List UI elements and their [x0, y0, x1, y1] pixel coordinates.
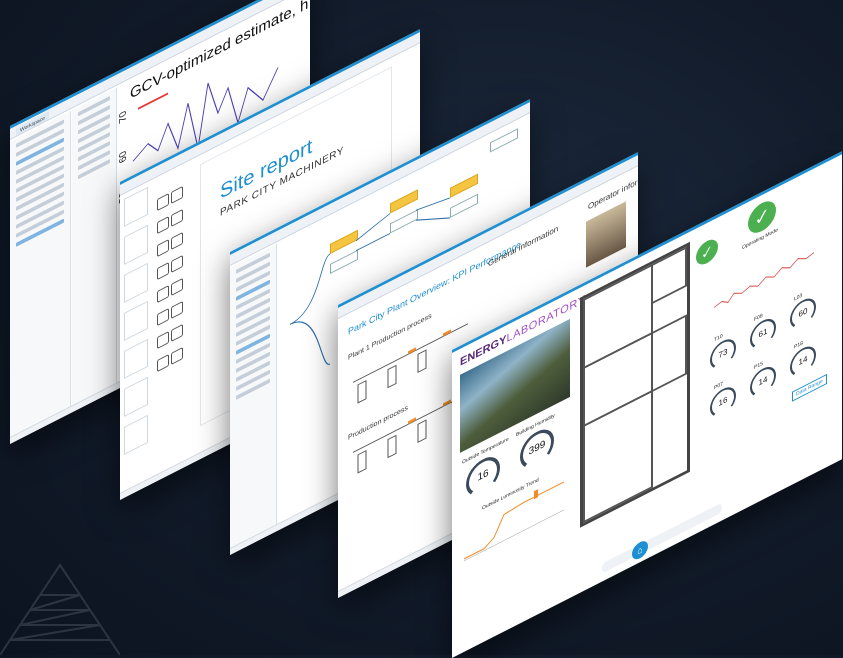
- tool-palette[interactable]: [156, 181, 186, 380]
- bottom-navigation[interactable]: [602, 502, 722, 574]
- data-range-button[interactable]: Data Range: [792, 374, 827, 402]
- home-icon[interactable]: ⌂: [632, 538, 648, 563]
- floor-plan: [580, 241, 690, 528]
- operator-photo: [586, 201, 626, 268]
- sidebar-properties: [72, 87, 117, 407]
- sidebar-components: [230, 244, 277, 549]
- page-thumbnails[interactable]: [124, 186, 150, 465]
- background-tower: [0, 563, 120, 655]
- sidebar-tree: [10, 110, 71, 438]
- check-icon: ✓: [696, 235, 718, 269]
